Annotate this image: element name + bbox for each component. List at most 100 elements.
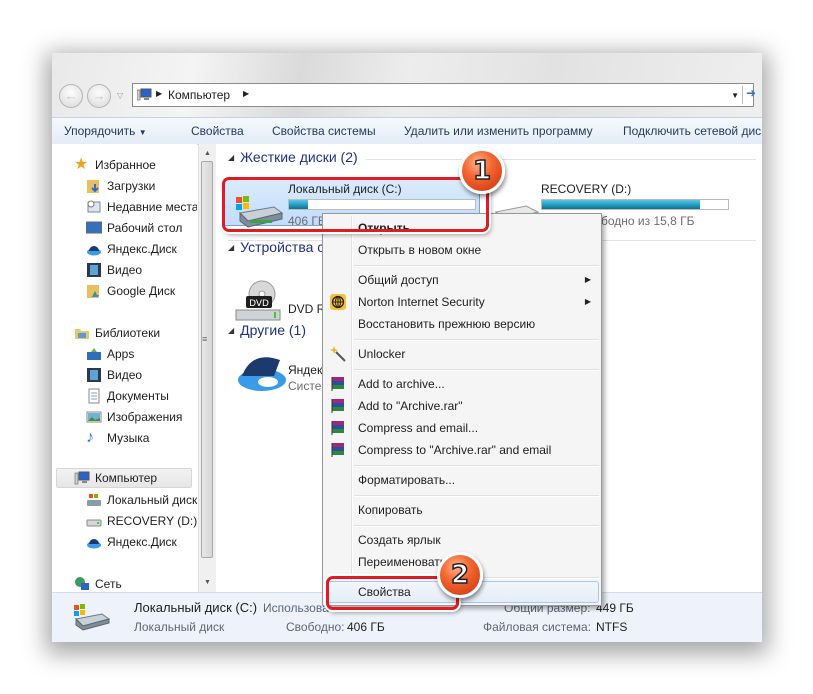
details-fs-value: NTFS xyxy=(596,620,628,634)
menu-separator xyxy=(354,265,599,267)
sidebar-item-music[interactable]: ♪ Музыка xyxy=(86,428,149,448)
menu-separator xyxy=(354,525,599,527)
sidebar-item-recovery-drive[interactable]: RECOVERY (D:) xyxy=(86,511,197,531)
sidebar-item-label: Видео xyxy=(107,368,143,382)
sidebar-item-label: Изображения xyxy=(107,410,183,424)
sidebar-item-yandex-disk-computer[interactable]: Яндекс.Диск xyxy=(86,532,177,552)
scrollbar-grip-icon: ≡ xyxy=(202,334,208,344)
title-bar: ← → ▽ ▶ Компьютер ▶ ▼ ➜ xyxy=(52,53,762,117)
map-network-drive-button[interactable]: Подключить сетевой дис xyxy=(623,124,761,138)
scroll-down-icon[interactable]: ▼ xyxy=(199,579,216,586)
sidebar-item-google-drive[interactable]: Google Диск xyxy=(86,281,175,301)
recent-pages-dropdown[interactable]: ▽ xyxy=(117,91,123,100)
desktop-icon xyxy=(85,220,103,236)
sidebar-item-label: Недавние места xyxy=(107,200,197,214)
menu-item-label: Форматировать... xyxy=(358,473,456,487)
pictures-icon xyxy=(86,409,102,425)
sidebar-item-yandex-disk[interactable]: Яндекс.Диск xyxy=(86,239,177,259)
collapse-triangle-icon: ◢ xyxy=(228,243,235,252)
sidebar-item-label: Видео xyxy=(107,263,143,277)
sidebar-item-desktop[interactable]: Рабочий стол xyxy=(85,218,183,238)
navigation-pane: ★ Избранное Загрузки Недавние места Рабо… xyxy=(52,144,197,592)
back-button[interactable]: ← xyxy=(59,84,83,108)
sidebar-favorites[interactable]: ★ Избранное xyxy=(74,155,156,175)
scroll-up-icon[interactable]: ▲ xyxy=(199,150,216,157)
menu-item-label: Открыть в новом окне xyxy=(358,243,482,257)
breadcrumb-chevron-icon[interactable]: ▶ xyxy=(243,89,249,98)
menu-item-copy[interactable]: Копировать xyxy=(325,499,599,521)
drive-d-free-space: бодно из 15,8 ГБ xyxy=(601,214,695,228)
menu-item-compress-rar-and-email[interactable]: Compress to "Archive.rar" and email xyxy=(325,439,599,461)
uninstall-program-button[interactable]: Удалить или изменить программу xyxy=(404,124,593,138)
drive-d-usage-bar xyxy=(541,199,729,210)
breadcrumb-separator-icon[interactable]: ▶ xyxy=(156,89,162,98)
svg-text:DVD: DVD xyxy=(249,299,269,309)
details-fs-label: Файловая система: xyxy=(483,620,592,634)
sidebar-item-label: Музыка xyxy=(107,431,150,445)
music-note-icon: ♪ xyxy=(86,429,94,446)
forward-button[interactable]: → xyxy=(87,84,111,108)
documents-icon xyxy=(86,388,102,404)
sidebar-item-downloads[interactable]: Загрузки xyxy=(86,176,155,196)
yandex-disk-icon xyxy=(86,241,102,257)
sidebar-item-library-video[interactable]: Видео xyxy=(86,365,142,385)
video-icon xyxy=(86,367,102,383)
group-other[interactable]: ◢ Другие (1) xyxy=(228,322,306,338)
group-removable-devices[interactable]: ◢ Устройства с xyxy=(228,239,324,255)
menu-item-format[interactable]: Форматировать... xyxy=(325,469,599,491)
system-properties-button[interactable]: Свойства системы xyxy=(272,124,376,138)
organize-button[interactable]: Упорядочить ▼ xyxy=(64,124,147,138)
winrar-icon xyxy=(331,399,344,413)
sidebar-item-label: Документы xyxy=(107,389,169,403)
sidebar-item-label: Загрузки xyxy=(107,179,156,193)
sidebar-libraries[interactable]: Библиотеки xyxy=(74,323,160,343)
address-dropdown-icon[interactable]: ▼ xyxy=(731,91,739,100)
libraries-icon xyxy=(74,325,90,341)
menu-item-add-to-archive-rar[interactable]: Add to "Archive.rar" xyxy=(325,395,599,417)
address-bar[interactable]: ▶ Компьютер ▶ ▼ ➜ xyxy=(132,83,756,107)
sidebar-item-documents[interactable]: Документы xyxy=(86,386,169,406)
details-drive-type: Локальный диск xyxy=(134,620,225,634)
menu-item-add-to-archive[interactable]: Add to archive... xyxy=(325,373,599,395)
menu-item-unlocker[interactable]: Unlocker xyxy=(325,343,599,365)
menu-item-label: Compress and email... xyxy=(358,421,479,435)
sidebar-item-local-disk[interactable]: Локальный диск xyxy=(86,490,197,510)
menu-item-label: Восстановить прежнюю версию xyxy=(358,317,536,331)
menu-item-label: Norton Internet Security xyxy=(358,295,485,309)
sidebar-item-pictures[interactable]: Изображения xyxy=(86,407,182,427)
menu-item-restore-previous[interactable]: Восстановить прежнюю версию xyxy=(325,313,599,335)
sidebar-item-label: Локальный диск xyxy=(107,493,197,507)
menu-item-label: Копировать xyxy=(358,503,423,517)
step-number: 2 xyxy=(450,559,470,591)
organize-label: Упорядочить xyxy=(64,124,136,138)
sidebar-computer[interactable]: Компьютер xyxy=(56,468,192,488)
breadcrumb-computer[interactable]: Компьютер xyxy=(168,88,230,102)
sidebar-item-video[interactable]: Видео xyxy=(86,260,142,280)
menu-separator xyxy=(354,495,599,497)
submenu-arrow-icon: ▶ xyxy=(584,275,591,284)
sidebar-item-recent-places[interactable]: Недавние места xyxy=(86,197,197,217)
menu-separator xyxy=(354,369,599,371)
scrollbar-thumb[interactable] xyxy=(201,161,213,558)
forward-arrow-icon: → xyxy=(92,88,106,103)
menu-item-norton[interactable]: Norton Internet Security ▶ xyxy=(325,291,599,313)
dvd-drive-icon: DVD xyxy=(235,280,281,321)
menu-item-create-shortcut[interactable]: Создать ярлык xyxy=(325,529,599,551)
menu-item-sharing[interactable]: Общий доступ ▶ xyxy=(325,269,599,291)
properties-button[interactable]: Свойства xyxy=(191,124,244,138)
sidebar-network[interactable]: Сеть xyxy=(74,574,122,592)
drive-d-name: RECOVERY (D:) xyxy=(541,182,632,196)
menu-item-compress-and-email[interactable]: Compress and email... xyxy=(325,417,599,439)
menu-item-open-new-window[interactable]: Открыть в новом окне xyxy=(325,239,599,261)
downloads-folder-icon xyxy=(86,178,102,194)
sidebar-item-apps[interactable]: Apps xyxy=(86,344,134,364)
sidebar-item-label: Рабочий стол xyxy=(107,221,183,235)
back-arrow-icon: ← xyxy=(64,88,78,103)
details-free-value: 406 ГБ xyxy=(347,620,385,634)
group-hard-drives[interactable]: ◢ Жесткие диски (2) xyxy=(228,149,358,165)
sidebar-item-label: Яндекс.Диск xyxy=(107,535,177,549)
sidebar-scrollbar[interactable]: ▲ ≡ ▼ xyxy=(198,144,217,592)
group-label: Жесткие диски (2) xyxy=(240,149,358,165)
winrar-icon xyxy=(331,421,344,435)
refresh-icon[interactable]: ➜ xyxy=(742,86,756,104)
